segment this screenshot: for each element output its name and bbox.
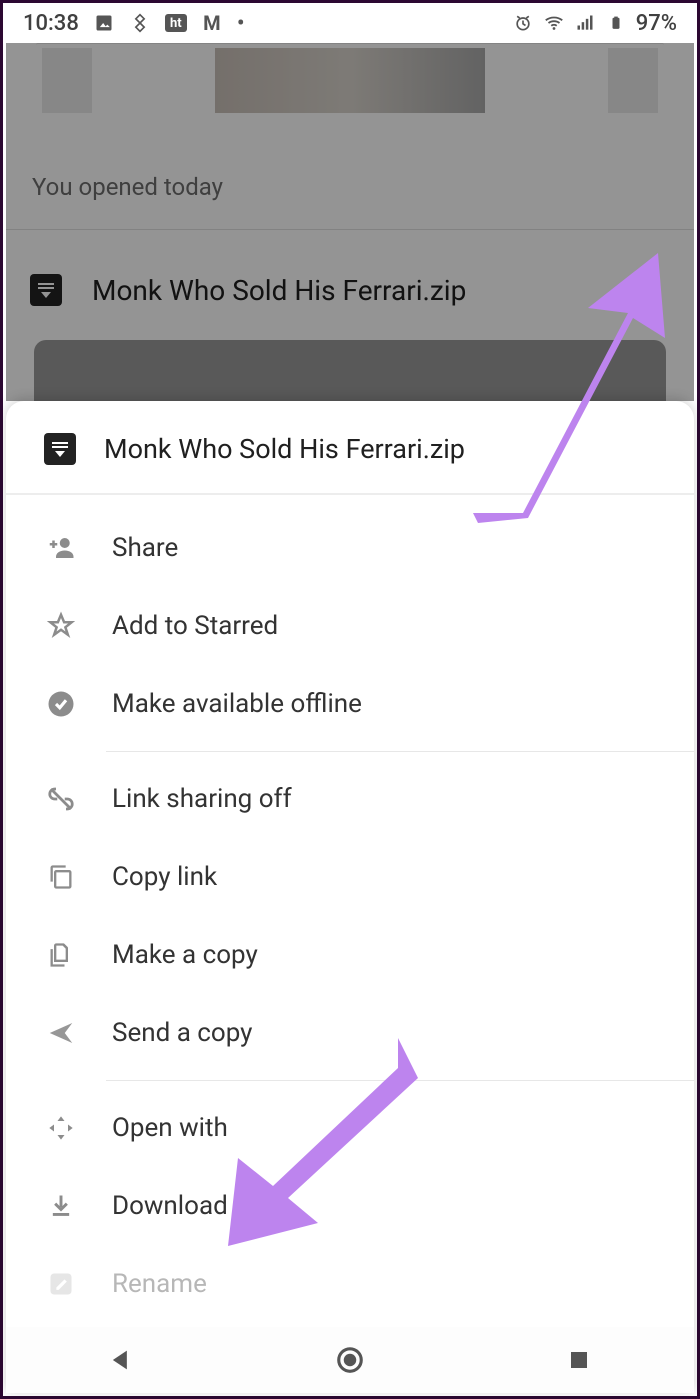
make-copy-item[interactable]: Make a copy	[6, 916, 694, 994]
back-button[interactable]	[101, 1340, 141, 1380]
make-copy-icon	[44, 938, 78, 972]
star-item[interactable]: Add to Starred	[6, 587, 694, 665]
file-name: Monk Who Sold His Ferrari.zip	[92, 274, 610, 307]
link-sharing-label: Link sharing off	[112, 784, 656, 814]
opened-label: You opened today	[6, 153, 694, 211]
zip-icon	[30, 274, 62, 306]
recents-button[interactable]	[559, 1340, 599, 1380]
rename-item[interactable]: Rename	[6, 1245, 694, 1323]
divider	[106, 751, 694, 752]
offline-icon	[44, 687, 78, 721]
status-bar: 10:38 ht M • 97%	[3, 3, 697, 43]
sheet-title: Monk Who Sold His Ferrari.zip	[104, 433, 465, 465]
make-copy-label: Make a copy	[112, 940, 656, 970]
home-button[interactable]	[330, 1340, 370, 1380]
image-icon	[93, 12, 115, 34]
file-row[interactable]: Monk Who Sold His Ferrari.zip	[6, 230, 694, 330]
ht-icon: ht	[165, 14, 187, 32]
rename-icon	[44, 1267, 78, 1301]
sheet-header: Monk Who Sold His Ferrari.zip	[6, 401, 694, 495]
alarm-icon	[512, 12, 534, 34]
more-options-button[interactable]	[640, 270, 670, 310]
copy-link-icon	[44, 860, 78, 894]
download-item[interactable]: Download	[6, 1167, 694, 1245]
link-off-icon	[44, 782, 78, 816]
app-icon	[129, 12, 151, 34]
send-copy-item[interactable]: Send a copy	[6, 994, 694, 1072]
copy-link-label: Copy link	[112, 862, 656, 892]
link-sharing-item[interactable]: Link sharing off	[6, 760, 694, 838]
download-icon	[44, 1189, 78, 1223]
sheet-menu: Share Add to Starred Make available offl…	[6, 495, 694, 1323]
battery-percent: 97%	[636, 11, 677, 36]
divider	[106, 1080, 694, 1081]
offline-label: Make available offline	[112, 689, 656, 719]
preview-card	[36, 43, 664, 153]
send-copy-label: Send a copy	[112, 1018, 656, 1048]
signal-icon	[574, 12, 596, 34]
system-nav-bar	[6, 1327, 694, 1393]
offline-item[interactable]: Make available offline	[6, 665, 694, 743]
open-with-icon	[44, 1111, 78, 1145]
copy-link-item[interactable]: Copy link	[6, 838, 694, 916]
download-label: Download	[112, 1191, 656, 1221]
zip-icon	[44, 433, 76, 465]
open-with-item[interactable]: Open with	[6, 1089, 694, 1167]
background-content: You opened today Monk Who Sold His Ferra…	[6, 43, 694, 401]
bottom-sheet: Monk Who Sold His Ferrari.zip Share Add …	[6, 401, 694, 1393]
rename-label: Rename	[112, 1269, 656, 1299]
star-label: Add to Starred	[112, 611, 656, 641]
share-item[interactable]: Share	[6, 509, 694, 587]
open-with-label: Open with	[112, 1113, 656, 1143]
star-icon	[44, 609, 78, 643]
status-time: 10:38	[23, 11, 79, 36]
send-icon	[44, 1016, 78, 1050]
wifi-icon	[543, 12, 565, 34]
dot-icon: •	[237, 11, 245, 36]
share-label: Share	[112, 533, 656, 563]
m-icon: M	[201, 12, 223, 34]
battery-icon	[605, 12, 627, 34]
person-add-icon	[44, 531, 78, 565]
